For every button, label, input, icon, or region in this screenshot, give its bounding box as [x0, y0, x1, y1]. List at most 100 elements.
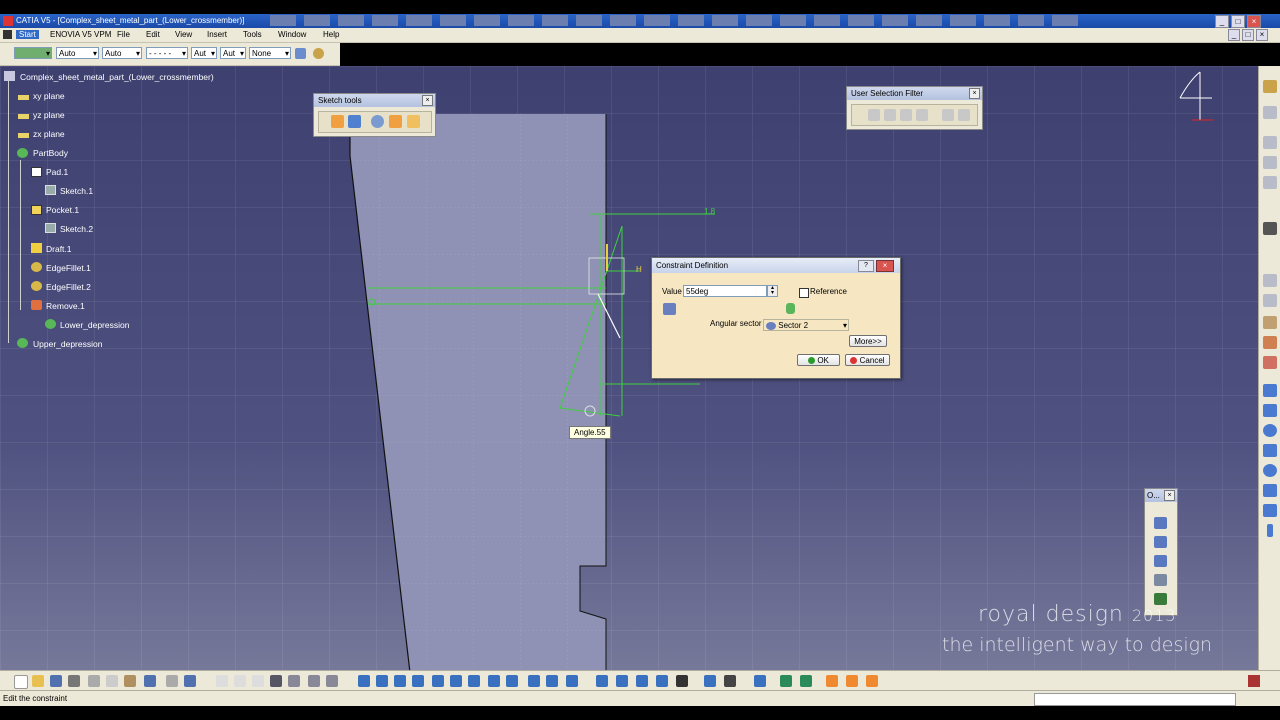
task-icon[interactable]	[270, 15, 296, 26]
toolbar-icon[interactable]	[596, 675, 608, 687]
geometric-constraints-icon[interactable]	[389, 115, 402, 128]
task-icon[interactable]	[678, 15, 704, 26]
painter-icon[interactable]	[295, 48, 306, 59]
task-icon[interactable]	[984, 15, 1010, 26]
trim-icon[interactable]	[1154, 574, 1167, 586]
sketch-tools-header[interactable]: Sketch tools ×	[314, 94, 435, 107]
toolbar-icon[interactable]	[1263, 356, 1277, 369]
body-icon[interactable]	[17, 338, 28, 348]
circle-icon[interactable]	[1263, 424, 1277, 437]
dash-combo[interactable]: - - - - -	[146, 47, 188, 60]
tree-item-zx-plane[interactable]: zx plane	[33, 129, 65, 139]
arc-icon[interactable]	[1154, 517, 1167, 529]
toolbar-icon[interactable]	[846, 675, 858, 687]
shading-icon[interactable]	[528, 675, 540, 687]
help-button[interactable]: ?	[858, 260, 874, 272]
task-icon[interactable]	[644, 15, 670, 26]
dialog-close-button[interactable]: ×	[876, 260, 894, 272]
toolbar-icon[interactable]	[826, 675, 838, 687]
tree-item-edgefillet-1[interactable]: EdgeFillet.1	[46, 263, 91, 273]
normal-view-icon[interactable]	[468, 675, 480, 687]
line-icon[interactable]	[1263, 484, 1277, 497]
toolbar-icon[interactable]	[616, 675, 628, 687]
task-icon[interactable]	[1052, 15, 1078, 26]
task-icon[interactable]	[814, 15, 840, 26]
toolbar-icon[interactable]	[1263, 274, 1277, 287]
axis-icon[interactable]	[1263, 504, 1277, 517]
hide-show-icon[interactable]	[546, 675, 558, 687]
save-icon[interactable]	[50, 675, 62, 687]
angle-sector-icon[interactable]	[663, 303, 676, 315]
dimensional-constraints-icon[interactable]	[407, 115, 420, 128]
swap-visible-icon[interactable]	[566, 675, 578, 687]
plane-icon[interactable]	[18, 95, 29, 100]
toolbar-icon[interactable]	[288, 675, 300, 687]
angular-sector-combo[interactable]: Sector 2	[763, 319, 849, 332]
volume-filter-icon[interactable]	[916, 109, 928, 121]
task-icon[interactable]	[916, 15, 942, 26]
toolbar-icon[interactable]	[866, 675, 878, 687]
cut-icon[interactable]	[88, 675, 100, 687]
tree-item-sketch-1[interactable]: Sketch.1	[60, 186, 93, 196]
close-icon[interactable]: ×	[422, 95, 433, 106]
horizontal-constraint-label[interactable]: H	[636, 265, 642, 274]
sketch-icon[interactable]	[45, 185, 56, 195]
new-icon[interactable]	[14, 675, 28, 689]
grid-icon[interactable]	[331, 115, 344, 128]
select-arrow-icon[interactable]	[1263, 222, 1277, 235]
paste-icon[interactable]	[124, 675, 136, 687]
task-icon[interactable]	[610, 15, 636, 26]
iso-view-icon[interactable]	[506, 675, 518, 687]
angle-constraint-tag[interactable]: Angle.55	[569, 426, 611, 439]
profile-icon[interactable]	[1263, 384, 1277, 397]
pad-icon[interactable]	[31, 167, 42, 177]
toolbar-icon[interactable]	[1263, 106, 1277, 119]
toolbar-icon[interactable]	[800, 675, 812, 687]
toolbar-icon[interactable]	[1263, 316, 1277, 329]
user-selection-filter-header[interactable]: User Selection Filter ×	[847, 87, 982, 100]
compass[interactable]	[1179, 71, 1213, 121]
tree-item-draft-1[interactable]: Draft.1	[46, 244, 72, 254]
task-icon[interactable]	[780, 15, 806, 26]
fit-all-icon[interactable]	[376, 675, 388, 687]
task-icon[interactable]	[372, 15, 398, 26]
close-button[interactable]: ×	[1247, 15, 1261, 28]
layer-combo[interactable]: None	[249, 47, 291, 60]
surface-filter-icon[interactable]	[900, 109, 912, 121]
toolbar-icon[interactable]	[754, 675, 766, 687]
tree-item-pocket-1[interactable]: Pocket.1	[46, 205, 79, 215]
menu-insert[interactable]: Insert	[207, 30, 227, 39]
tree-item-remove-1[interactable]: Remove.1	[46, 301, 85, 311]
spline-icon[interactable]	[1154, 536, 1167, 548]
zoom-in-icon[interactable]	[432, 675, 444, 687]
task-icon[interactable]	[440, 15, 466, 26]
formula-icon[interactable]	[216, 675, 228, 687]
menu-view[interactable]: View	[175, 30, 192, 39]
dimension-label-top[interactable]: 1.8	[704, 207, 715, 216]
toolbar-icon[interactable]	[252, 675, 264, 687]
value-input[interactable]	[683, 285, 767, 297]
copy-icon[interactable]	[106, 675, 118, 687]
zoom-out-icon[interactable]	[450, 675, 462, 687]
weight-combo[interactable]: Aut	[191, 47, 217, 60]
render-combo[interactable]: Aut	[220, 47, 246, 60]
task-icon[interactable]	[1018, 15, 1044, 26]
point-icon[interactable]	[1267, 524, 1273, 537]
doc-restore-button[interactable]: □	[1242, 29, 1254, 41]
edgefillet-icon[interactable]	[31, 281, 42, 291]
tree-item-lower-depression[interactable]: Lower_depression	[60, 320, 129, 330]
close-icon[interactable]: ×	[969, 88, 980, 99]
ellipse-icon[interactable]	[1263, 464, 1277, 477]
toolbar-icon[interactable]	[1263, 294, 1277, 307]
pan-icon[interactable]	[394, 675, 406, 687]
redo-icon[interactable]	[166, 675, 178, 687]
undo-icon[interactable]	[144, 675, 156, 687]
fly-mode-icon[interactable]	[358, 675, 370, 687]
tree-item-yz-plane[interactable]: yz plane	[33, 110, 65, 120]
power-input-field[interactable]	[1034, 693, 1236, 706]
feature-filter-icon[interactable]	[942, 109, 954, 121]
linetype-combo[interactable]: Auto	[56, 47, 99, 60]
task-icon[interactable]	[882, 15, 908, 26]
doc-close-button[interactable]: ×	[1256, 29, 1268, 41]
pocket-icon[interactable]	[31, 205, 42, 215]
